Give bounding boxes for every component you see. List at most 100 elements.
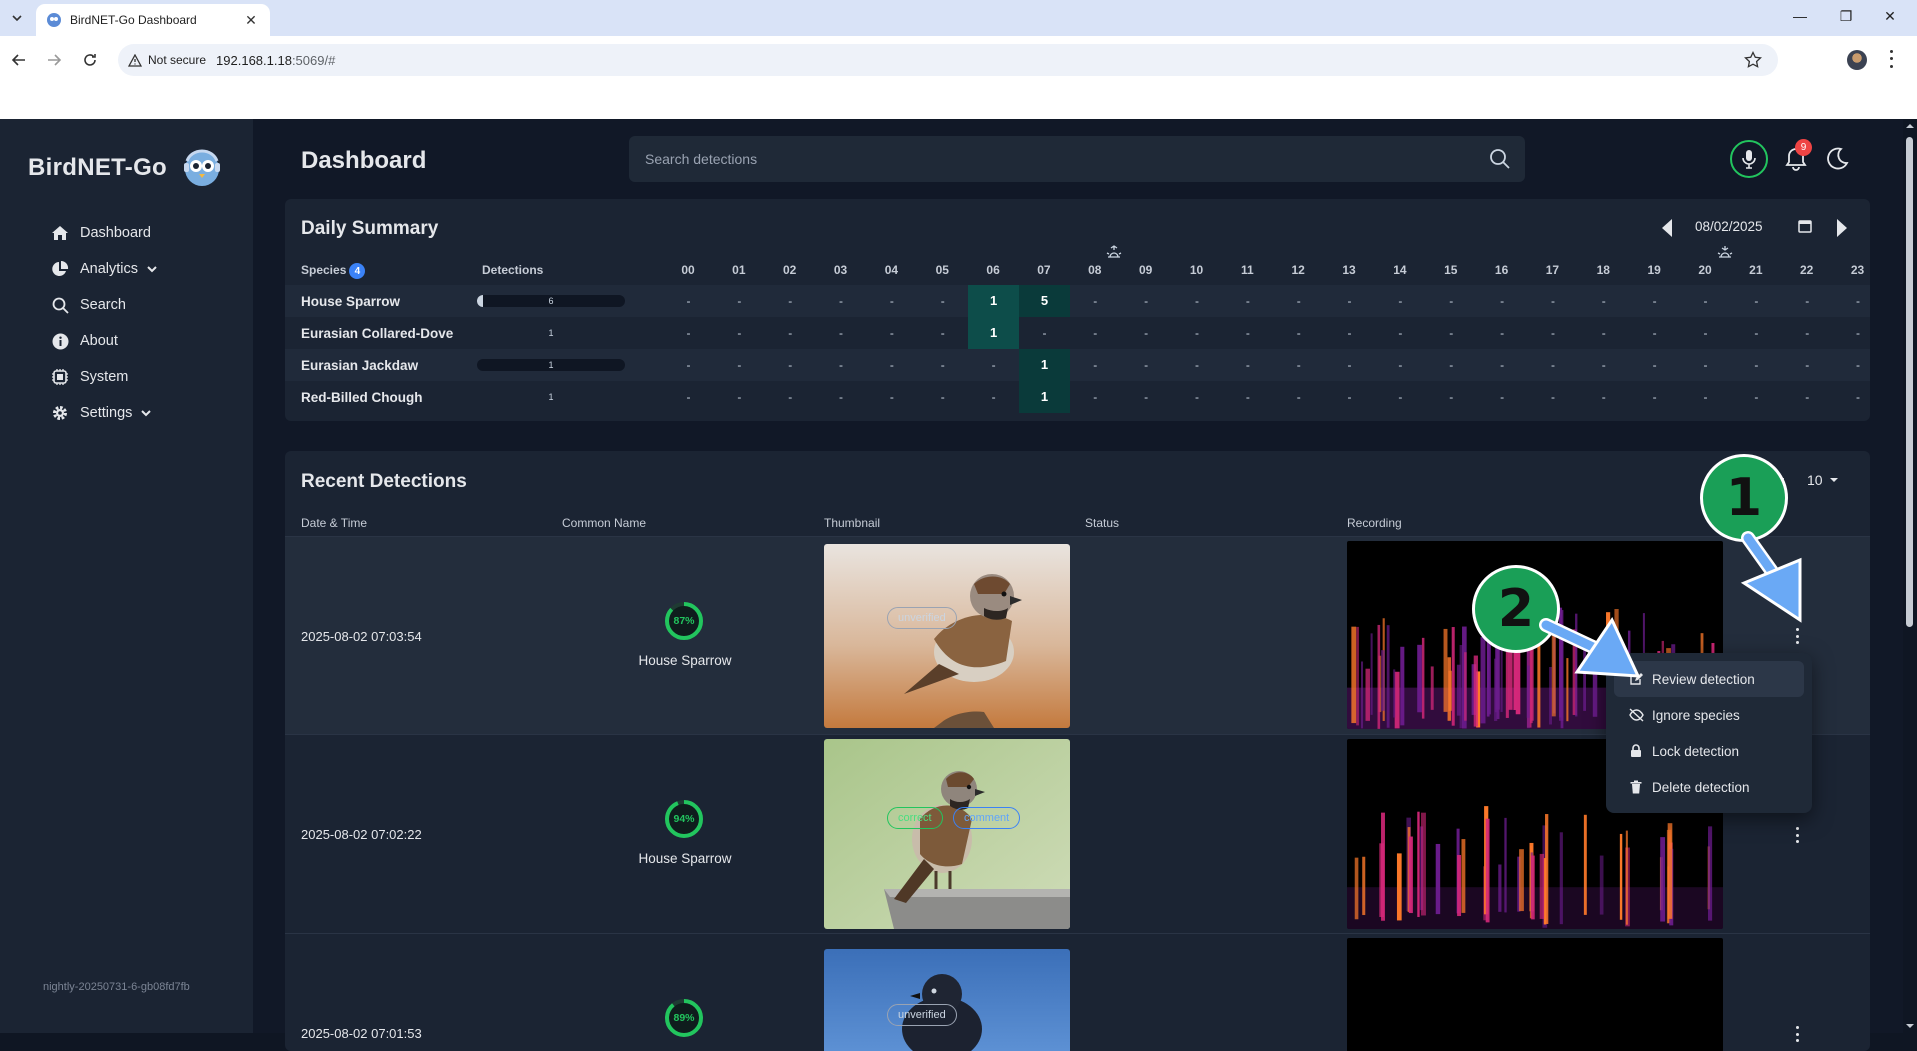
browser-menu-icon[interactable] [1886, 48, 1896, 70]
forward-icon[interactable] [43, 49, 65, 71]
hour-cell: - [1856, 358, 1861, 372]
back-icon[interactable] [8, 49, 30, 71]
sidebar-item-settings[interactable]: Settings [50, 395, 158, 431]
species-name-link[interactable]: House Sparrow [585, 851, 785, 866]
hour-cell: - [788, 326, 793, 340]
scroll-down-icon[interactable] [1903, 1021, 1917, 1031]
hour-header: 17 [1545, 263, 1560, 277]
page-scrollbar-thumb[interactable] [1906, 137, 1913, 627]
hour-cell: - [686, 326, 691, 340]
previous-date-icon[interactable] [1658, 217, 1676, 239]
moon-icon[interactable] [1824, 146, 1850, 172]
show-count-select[interactable]: 10 [1807, 472, 1839, 488]
hour-cell: - [1296, 294, 1301, 308]
spectrogram-streak [1417, 811, 1420, 917]
sidebar-item-search[interactable]: Search [50, 287, 158, 323]
species-name[interactable]: Eurasian Collared-Dove [301, 326, 453, 341]
species-name-link[interactable]: House Sparrow [585, 653, 785, 668]
close-tab-icon[interactable]: ✕ [242, 12, 260, 29]
hour-header: 15 [1444, 263, 1458, 277]
reload-icon[interactable] [79, 49, 101, 71]
security-label[interactable]: Not secure [148, 53, 216, 67]
hour-header: 21 [1749, 263, 1763, 277]
hour-cell: - [1652, 390, 1657, 404]
address-bar[interactable]: Not secure 192.168.1.18:5069/# [118, 44, 1778, 76]
window-close-icon[interactable]: ✕ [1880, 8, 1900, 25]
hour-header: 01 [732, 263, 746, 277]
birdnet-logo-icon [184, 149, 220, 186]
status-badge-comment[interactable]: comment [953, 807, 1021, 829]
hour-cell: - [1144, 326, 1149, 340]
species-name[interactable]: House Sparrow [301, 294, 400, 309]
spectrogram-streak [1377, 624, 1381, 729]
hour-cell[interactable]: 1 [968, 317, 1020, 349]
profile-avatar[interactable] [1847, 50, 1867, 70]
url-text[interactable]: 192.168.1.18:5069/# [216, 53, 335, 68]
detection-count-bar: 1 [477, 359, 625, 371]
sunrise-icon [1106, 245, 1122, 258]
summary-row[interactable]: Eurasian Collared-Dove 1 - - - - - - 1 - - - - - - - - - -… [285, 317, 1870, 349]
row-actions-menu-icon[interactable] [1792, 1026, 1802, 1042]
bird-thumbnail[interactable] [824, 739, 1070, 929]
menu-item-review-detection[interactable]: Review detection [1614, 661, 1804, 697]
tab-search-button[interactable] [6, 7, 28, 29]
species-column-header[interactable]: Species 4 [301, 263, 366, 279]
menu-item-lock-detection[interactable]: Lock detection [1614, 733, 1804, 769]
search-icon[interactable] [1489, 148, 1511, 170]
sidebar-item-system[interactable]: System [50, 359, 158, 395]
sidebar-nav: Dashboard Analytics Search About System [50, 215, 158, 431]
hour-cell[interactable]: 1 [1018, 349, 1070, 381]
next-date-icon[interactable] [1833, 217, 1851, 239]
scroll-up-icon[interactable] [1903, 121, 1917, 131]
calendar-icon[interactable] [1798, 219, 1812, 233]
status-badge-unverified[interactable]: unverified [887, 1004, 957, 1026]
brand[interactable]: BirdNET-Go [28, 147, 223, 189]
sidebar-item-analytics[interactable]: Analytics [50, 251, 158, 287]
hour-cell: - [940, 294, 945, 308]
restore-icon[interactable]: ❐ [1836, 8, 1856, 25]
spectrogram-streak [1464, 652, 1467, 721]
spectrogram-streak [1365, 668, 1370, 721]
hour-header: 20 [1698, 263, 1712, 277]
step-1-callout: 1 [1700, 454, 1788, 542]
bookmark-star-icon[interactable] [1744, 51, 1762, 69]
bird-thumbnail[interactable] [824, 544, 1070, 728]
bird-thumbnail[interactable] [824, 949, 1070, 1051]
hour-cell[interactable]: 5 [1018, 285, 1070, 317]
menu-item-delete-detection[interactable]: Delete detection [1614, 769, 1804, 805]
pie-chart-icon [50, 259, 70, 279]
summary-row[interactable]: House Sparrow 6 - - - - - - 1 5 - - - - - - - - - - - - - - - - [285, 285, 1870, 317]
hour-cell[interactable]: 1 [1018, 381, 1070, 413]
spectrogram-player[interactable] [1347, 938, 1723, 1051]
home-icon [50, 223, 70, 243]
spectrogram-streak [1660, 837, 1666, 922]
microphone-button[interactable] [1730, 140, 1768, 178]
browser-tab[interactable]: BirdNET-Go Dashboard ✕ [36, 4, 270, 36]
species-name[interactable]: Red-Billed Chough [301, 390, 423, 405]
status-badge-correct[interactable]: correct [887, 807, 943, 829]
table-row[interactable]: 2025-08-02 07:01:53 89% unverified [285, 933, 1870, 1051]
species-name[interactable]: Eurasian Jackdaw [301, 358, 418, 373]
info-icon [50, 331, 70, 351]
hour-cell: - [788, 390, 793, 404]
date-picker-value[interactable]: 08/02/2025 [1695, 219, 1763, 234]
row-actions-menu-icon[interactable] [1792, 827, 1802, 843]
status-badge-unverified[interactable]: unverified [887, 607, 957, 629]
hour-cell: - [1296, 326, 1301, 340]
search-input[interactable] [645, 151, 1465, 167]
hour-cell[interactable]: 1 [968, 285, 1020, 317]
detections-column-header[interactable]: Detections [482, 263, 543, 277]
row-actions-menu-icon[interactable] [1792, 628, 1802, 644]
hour-header: 18 [1596, 263, 1610, 277]
sidebar-item-about[interactable]: About [50, 323, 158, 359]
menu-item-ignore-species[interactable]: Ignore species [1614, 697, 1804, 733]
summary-row[interactable]: Red-Billed Chough 1 - - - - - - - 1 - - - - - - - - - - - - - -… [285, 381, 1870, 413]
summary-row[interactable]: Eurasian Jackdaw 1 - - - - - - - 1 - - - - - - - - - - - - - - -… [285, 349, 1870, 381]
sidebar-item-dashboard[interactable]: Dashboard [50, 215, 158, 251]
warning-icon[interactable] [128, 53, 142, 67]
hour-cell: - [737, 358, 742, 372]
hour-cell: - [1754, 358, 1759, 372]
confidence-label: 87% [673, 615, 695, 627]
minimize-icon[interactable]: — [1790, 8, 1810, 24]
version-label: nightly-20250731-6-gb08fd7fb [43, 981, 190, 993]
